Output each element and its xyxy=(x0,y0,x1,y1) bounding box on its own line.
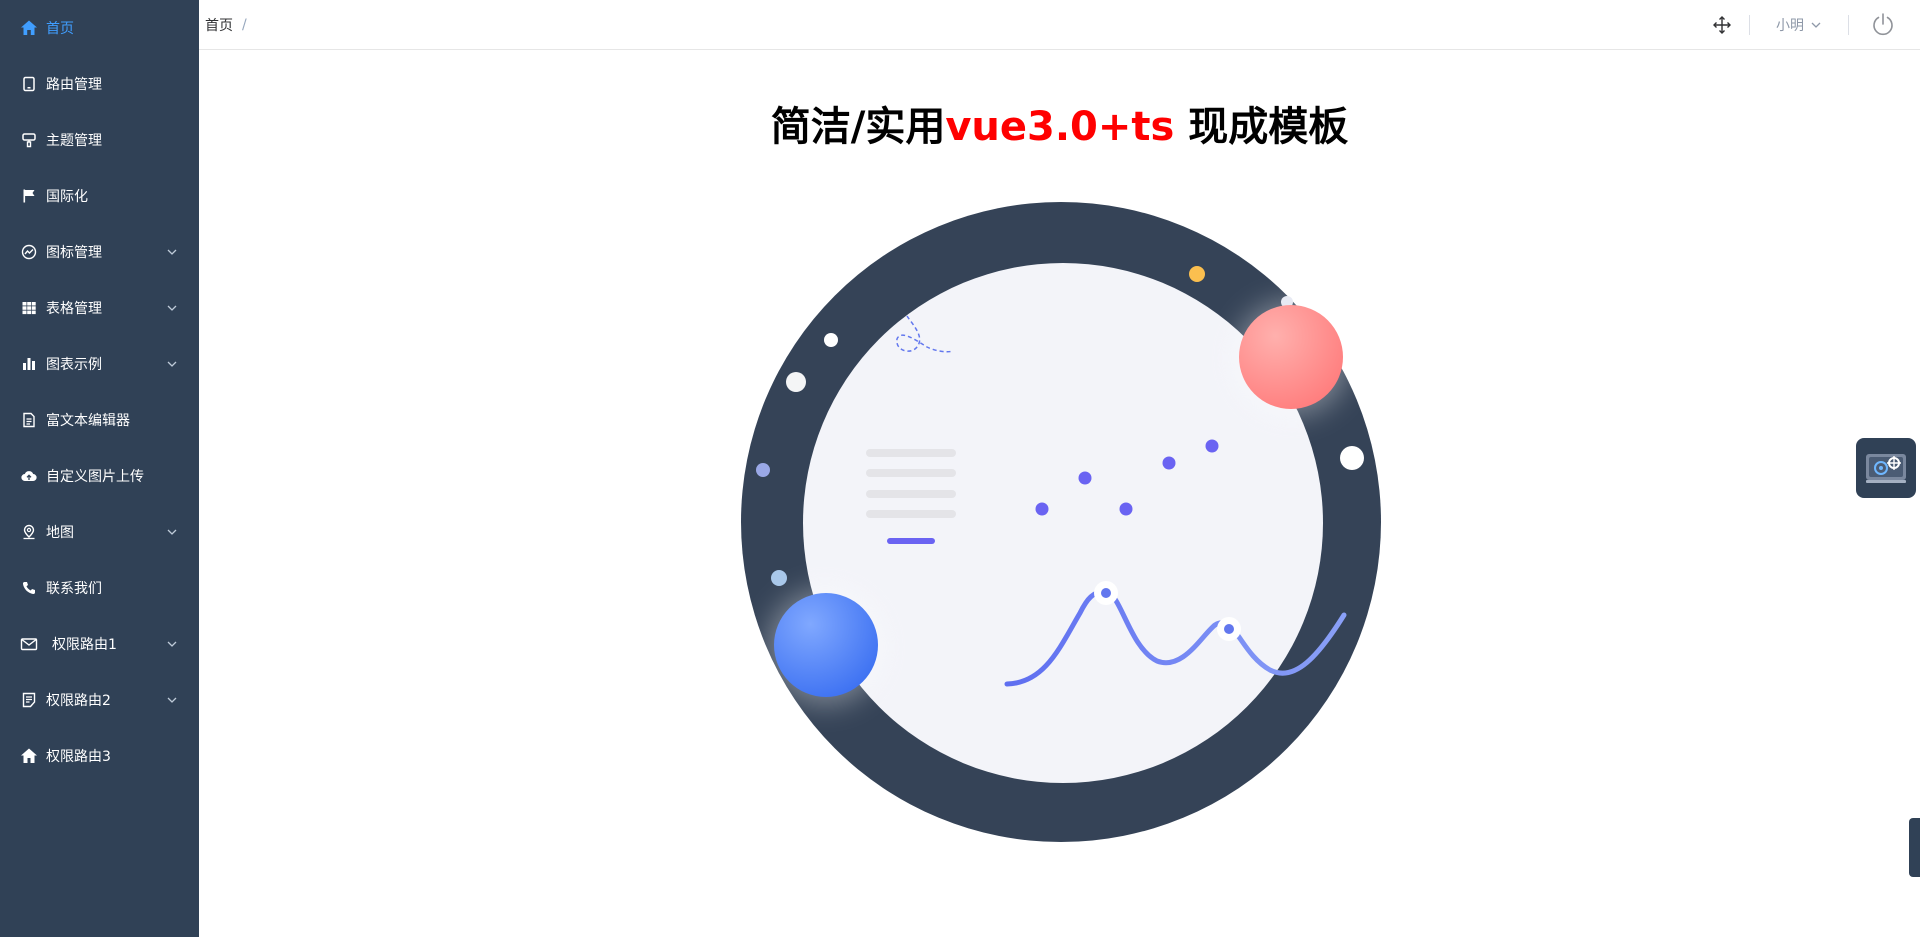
sidebar-item-i18n[interactable]: 国际化 xyxy=(0,168,199,224)
sidebar-item-rich-text-editor[interactable]: 富文本编辑器 xyxy=(0,392,199,448)
breadcrumb: 首页 / xyxy=(205,0,247,50)
sidebar-item-label: 国际化 xyxy=(46,189,88,205)
sidebar-item-label: 主题管理 xyxy=(46,133,102,149)
text-line xyxy=(866,490,956,498)
sidebar-item-label: 路由管理 xyxy=(46,77,102,93)
sidebar-item-chart-examples[interactable]: 图表示例 xyxy=(0,336,199,392)
grid-icon xyxy=(20,299,38,317)
sidebar-item-permission-route-3[interactable]: 权限路由3 xyxy=(0,728,199,784)
sidebar-item-icon-management[interactable]: 图标管理 xyxy=(0,224,199,280)
cloud-upload-icon xyxy=(20,467,38,485)
scatter-dot xyxy=(1119,502,1133,516)
user-dropdown[interactable]: 小明 xyxy=(1776,0,1822,50)
phone-icon xyxy=(20,579,38,597)
header-divider xyxy=(1848,15,1849,35)
dashboard-illustration xyxy=(741,202,1381,842)
header-divider xyxy=(1749,15,1750,35)
settings-float-button[interactable] xyxy=(1856,438,1916,498)
text-line xyxy=(866,510,956,518)
sidebar-item-label: 权限路由1 xyxy=(52,637,117,653)
mail-icon xyxy=(20,635,38,653)
blue-ball xyxy=(774,593,878,697)
wave-marker-core xyxy=(1101,588,1111,598)
sidebar-item-route-management[interactable]: 路由管理 xyxy=(0,56,199,112)
breadcrumb-separator: / xyxy=(242,17,247,33)
pink-ball xyxy=(1239,305,1343,409)
top-header: 首页 / 小明 xyxy=(199,0,1920,50)
decor-dot xyxy=(756,463,770,477)
wave-marker-core xyxy=(1224,624,1234,634)
chart-line-icon xyxy=(20,243,38,261)
brush-icon xyxy=(20,131,38,149)
sidebar: 首页 路由管理 主题管理 国际化 图标管理 表格管理 图表示例 富文本编辑器 自… xyxy=(0,0,199,937)
title-accent: vue3.0+ts xyxy=(945,104,1175,150)
location-icon xyxy=(20,523,38,541)
sidebar-item-map[interactable]: 地图 xyxy=(0,504,199,560)
chevron-down-icon xyxy=(166,246,178,258)
user-name: 小明 xyxy=(1776,18,1804,34)
notebook-icon xyxy=(20,691,38,709)
chevron-down-icon xyxy=(166,638,178,650)
bar-chart-icon xyxy=(20,355,38,373)
title-suffix: 现成模板 xyxy=(1174,104,1349,150)
sidebar-item-home[interactable]: 首页 xyxy=(0,0,199,56)
scatter-dot xyxy=(1035,502,1049,516)
scatter-dot xyxy=(1162,456,1176,470)
chevron-down-icon xyxy=(166,302,178,314)
scatter-dot xyxy=(1078,471,1092,485)
sidebar-item-theme-management[interactable]: 主题管理 xyxy=(0,112,199,168)
sidebar-item-label: 自定义图片上传 xyxy=(46,469,144,485)
sidebar-item-permission-route-2[interactable]: 权限路由2 xyxy=(0,672,199,728)
sidebar-item-label: 图表示例 xyxy=(46,357,102,373)
move-icon[interactable] xyxy=(1713,16,1731,34)
sidebar-item-label: 图标管理 xyxy=(46,245,102,261)
chevron-down-icon xyxy=(166,526,178,538)
power-icon[interactable] xyxy=(1871,12,1895,38)
sidebar-item-permission-route-1[interactable]: 权限路由1 xyxy=(0,616,199,672)
sidebar-item-label: 权限路由2 xyxy=(46,693,111,709)
sidebar-item-label: 地图 xyxy=(46,525,74,541)
text-line-accent xyxy=(887,538,935,544)
flag-icon xyxy=(20,187,38,205)
page-title: 简洁/实用vue3.0+ts 现成模板 xyxy=(199,100,1920,154)
decor-dot xyxy=(824,333,838,347)
settings-gear-icon xyxy=(1864,446,1908,490)
decor-dot xyxy=(1340,446,1364,470)
decor-dot xyxy=(786,372,806,392)
sidebar-item-label: 首页 xyxy=(46,21,74,37)
sidebar-item-table-management[interactable]: 表格管理 xyxy=(0,280,199,336)
side-panel-tab[interactable] xyxy=(1909,818,1920,877)
chevron-down-icon xyxy=(166,694,178,706)
sidebar-item-image-upload[interactable]: 自定义图片上传 xyxy=(0,448,199,504)
home-icon xyxy=(20,19,38,37)
text-line xyxy=(866,449,956,457)
sidebar-item-contact-us[interactable]: 联系我们 xyxy=(0,560,199,616)
decor-dot xyxy=(771,570,787,586)
document-icon xyxy=(20,411,38,429)
tablet-icon xyxy=(20,75,38,93)
scatter-dot xyxy=(1205,439,1219,453)
title-prefix: 简洁/实用 xyxy=(770,104,946,150)
breadcrumb-home[interactable]: 首页 xyxy=(205,15,233,35)
chevron-down-icon xyxy=(1810,19,1822,31)
decor-dot xyxy=(1189,266,1205,282)
sidebar-item-label: 富文本编辑器 xyxy=(46,413,130,429)
app-root: 首页 路由管理 主题管理 国际化 图标管理 表格管理 图表示例 富文本编辑器 自… xyxy=(0,0,1920,937)
text-line xyxy=(866,469,956,477)
sidebar-item-label: 联系我们 xyxy=(46,581,102,597)
chevron-down-icon xyxy=(166,358,178,370)
sidebar-item-label: 表格管理 xyxy=(46,301,102,317)
house-icon xyxy=(20,747,38,765)
sidebar-item-label: 权限路由3 xyxy=(46,749,111,765)
